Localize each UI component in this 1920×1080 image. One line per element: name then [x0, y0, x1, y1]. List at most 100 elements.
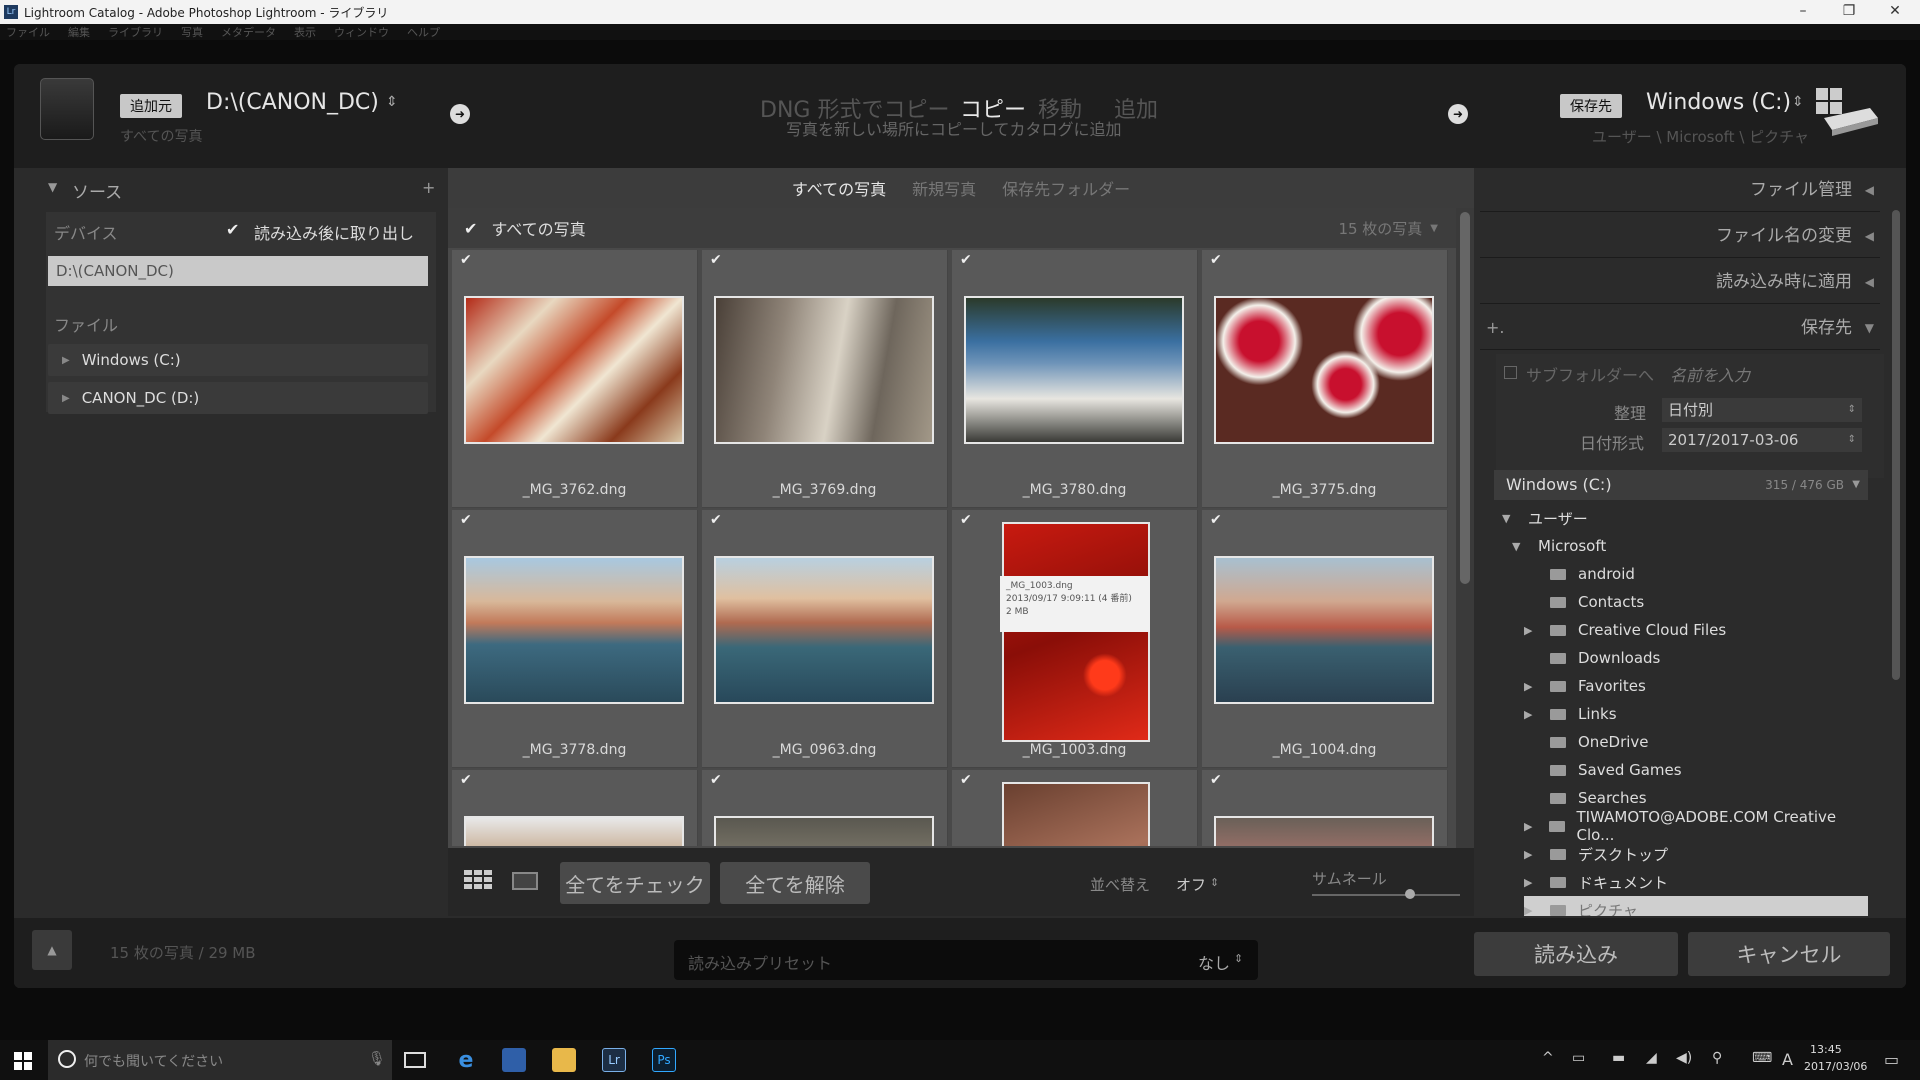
subfolder-checkbox[interactable]	[1504, 366, 1517, 379]
photo-cell[interactable]: ✔ _MG_3780.dng	[952, 250, 1198, 508]
scrollbar-thumb[interactable]	[1460, 212, 1470, 584]
photo-checkbox[interactable]: ✔	[460, 252, 472, 268]
taskbar-search[interactable]: 何でも聞いてください 🎙	[48, 1040, 392, 1080]
photo-checkbox[interactable]: ✔	[460, 512, 472, 528]
expand-triangle-icon[interactable]: ▶	[1524, 848, 1550, 861]
minimize-button[interactable]: –	[1780, 0, 1826, 24]
photo-checkbox[interactable]: ✔	[1210, 772, 1222, 788]
cancel-button[interactable]: キャンセル	[1688, 932, 1890, 976]
photo-thumbnail[interactable]	[1214, 816, 1434, 846]
uncheck-all-button[interactable]: 全てを解除	[720, 862, 870, 904]
tray-volume-icon[interactable]: ◀)	[1676, 1050, 1692, 1066]
lightroom-taskbar-icon[interactable]: Lr	[602, 1048, 626, 1072]
photo-checkbox[interactable]: ✔	[960, 772, 972, 788]
folder-tree-item[interactable]: ▶ TIWAMOTO@ADOBE.COM Creative Clo...	[1524, 808, 1868, 844]
microphone-icon[interactable]: 🎙	[368, 1051, 386, 1067]
expand-triangle-icon[interactable]: ▶	[1524, 624, 1550, 637]
expand-triangle-icon[interactable]: ▶	[1524, 904, 1550, 917]
photoshop-taskbar-icon[interactable]: Ps	[652, 1048, 676, 1072]
drive-item-windows[interactable]: ▶ Windows (C:)	[48, 344, 428, 376]
ime-indicator[interactable]: A	[1782, 1050, 1793, 1069]
photo-cell[interactable]: ✔ _MG_3775.dng	[1202, 250, 1448, 508]
photo-checkbox[interactable]: ✔	[960, 252, 972, 268]
tray-wifi-icon[interactable]: ◢	[1646, 1050, 1657, 1066]
collapse-triangle-icon[interactable]: ◀	[1865, 214, 1874, 258]
menu-window[interactable]: ウィンドウ	[334, 24, 389, 40]
folder-tree-item[interactable]: ▼ ユーザー	[1502, 504, 1588, 532]
dest-menu-icon[interactable]: ⇕	[1792, 94, 1804, 110]
tab-all-photos[interactable]: すべての写真	[792, 176, 886, 200]
expand-triangle-icon[interactable]: ▶	[62, 393, 70, 404]
task-view-icon[interactable]	[404, 1052, 426, 1068]
loupe-view-icon[interactable]	[512, 872, 538, 890]
photo-cell[interactable]: ✔ _MG_1004.dng	[1202, 510, 1448, 768]
maximize-button[interactable]: ❐	[1826, 0, 1872, 24]
dest-name[interactable]: Windows (C:)	[1646, 90, 1791, 115]
filter-menu-icon[interactable]: ▼	[1430, 223, 1438, 234]
expand-triangle-icon[interactable]: ▼	[1502, 512, 1528, 525]
import-button[interactable]: 読み込み	[1474, 932, 1678, 976]
folder-tree-item[interactable]: ▶ Creative Cloud Files	[1524, 616, 1726, 644]
folder-tree-item[interactable]: ▶ Links	[1524, 700, 1617, 728]
folder-tree-item[interactable]: ▶ Favorites	[1524, 672, 1646, 700]
folder-tree-item[interactable]: Contacts	[1524, 588, 1644, 616]
sort-menu-icon[interactable]: ⇕	[1210, 876, 1219, 889]
grid-scrollbar[interactable]	[1456, 208, 1474, 848]
menu-metadata[interactable]: メタデータ	[221, 24, 276, 40]
menu-view[interactable]: 表示	[294, 24, 316, 40]
photo-checkbox[interactable]: ✔	[1210, 252, 1222, 268]
clock-time[interactable]: 13:45	[1810, 1043, 1842, 1056]
photo-thumbnail[interactable]	[714, 816, 934, 846]
thumbnail-size-slider[interactable]	[1312, 889, 1460, 899]
photo-cell[interactable]: ✔ _MG_3778.dng	[452, 510, 698, 768]
collapse-triangle-icon[interactable]: ▼	[1865, 306, 1874, 350]
collapse-triangle-icon[interactable]: ◀	[1865, 260, 1874, 304]
slider-knob[interactable]	[1405, 889, 1415, 899]
expand-triangle-icon[interactable]: ▶	[1524, 680, 1550, 693]
tab-new-photos[interactable]: 新規写真	[912, 176, 976, 200]
menu-edit[interactable]: 編集	[68, 24, 90, 40]
folder-tree-item[interactable]: ▶ ドキュメント	[1524, 868, 1668, 896]
photo-cell[interactable]: ✔	[952, 770, 1198, 846]
photo-checkbox[interactable]: ✔	[1210, 512, 1222, 528]
section-destination[interactable]: 保存先 ▼	[1480, 306, 1880, 350]
device-item-selected[interactable]: D:\(CANON_DC)	[48, 256, 428, 286]
source-drive-icon[interactable]	[40, 78, 94, 140]
clock-date[interactable]: 2017/03/06	[1804, 1060, 1867, 1073]
photo-cell[interactable]: ✔ _MG_3769.dng	[702, 250, 948, 508]
menu-photo[interactable]: 写真	[181, 24, 203, 40]
photo-cell[interactable]: ✔	[702, 770, 948, 846]
source-path[interactable]: D:\(CANON_DC)	[206, 90, 379, 115]
tab-dest-folders[interactable]: 保存先フォルダー	[1002, 176, 1130, 200]
folder-tree-item[interactable]: ▶ デスクトップ	[1524, 840, 1668, 868]
sort-select[interactable]: オフ	[1176, 874, 1206, 895]
expand-triangle-icon[interactable]: ▶	[1524, 708, 1550, 721]
photo-cell[interactable]: ✔ _MG_0963.dng	[702, 510, 948, 768]
menu-file[interactable]: ファイル	[6, 24, 50, 40]
section-file-handling[interactable]: ファイル管理 ◀	[1480, 168, 1880, 212]
photo-thumbnail[interactable]	[464, 556, 684, 704]
expand-triangle-icon[interactable]: ▶	[1524, 820, 1549, 833]
photo-cell[interactable]: ✔ _MG_1003.dng 2013/09/17 9:09:11 (4 番前)…	[952, 510, 1198, 768]
grid-view-icon[interactable]	[464, 870, 494, 890]
volume-header[interactable]: Windows (C:) 315 / 476 GB ▼	[1494, 470, 1868, 500]
folder-tree-item[interactable]: Saved Games	[1524, 756, 1682, 784]
expand-triangle-icon[interactable]: ▼	[1512, 540, 1538, 553]
check-all-button[interactable]: 全てをチェック	[560, 862, 710, 904]
photo-checkbox[interactable]: ✔	[710, 252, 722, 268]
photo-cell[interactable]: ✔	[1202, 770, 1448, 846]
volume-menu-icon[interactable]: ▼	[1852, 470, 1860, 500]
photo-thumbnail[interactable]	[714, 556, 934, 704]
photo-thumbnail[interactable]	[1214, 556, 1434, 704]
expand-triangle-icon[interactable]: ▶	[1524, 876, 1550, 889]
close-button[interactable]: ✕	[1872, 0, 1918, 24]
preset-select[interactable]: 読み込みプリセット なし ⇕	[674, 940, 1258, 980]
edge-icon[interactable]: e	[454, 1048, 478, 1073]
add-source-icon[interactable]: +	[422, 178, 435, 197]
expand-up-icon[interactable]: ▲	[32, 930, 72, 970]
photo-thumbnail[interactable]	[714, 296, 934, 444]
tray-chevron-icon[interactable]: ^	[1542, 1050, 1554, 1066]
photo-checkbox[interactable]: ✔	[460, 772, 472, 788]
tray-keyboard-icon[interactable]: ⌨	[1752, 1050, 1772, 1066]
photo-cell[interactable]: ✔ _MG_3762.dng	[452, 250, 698, 508]
